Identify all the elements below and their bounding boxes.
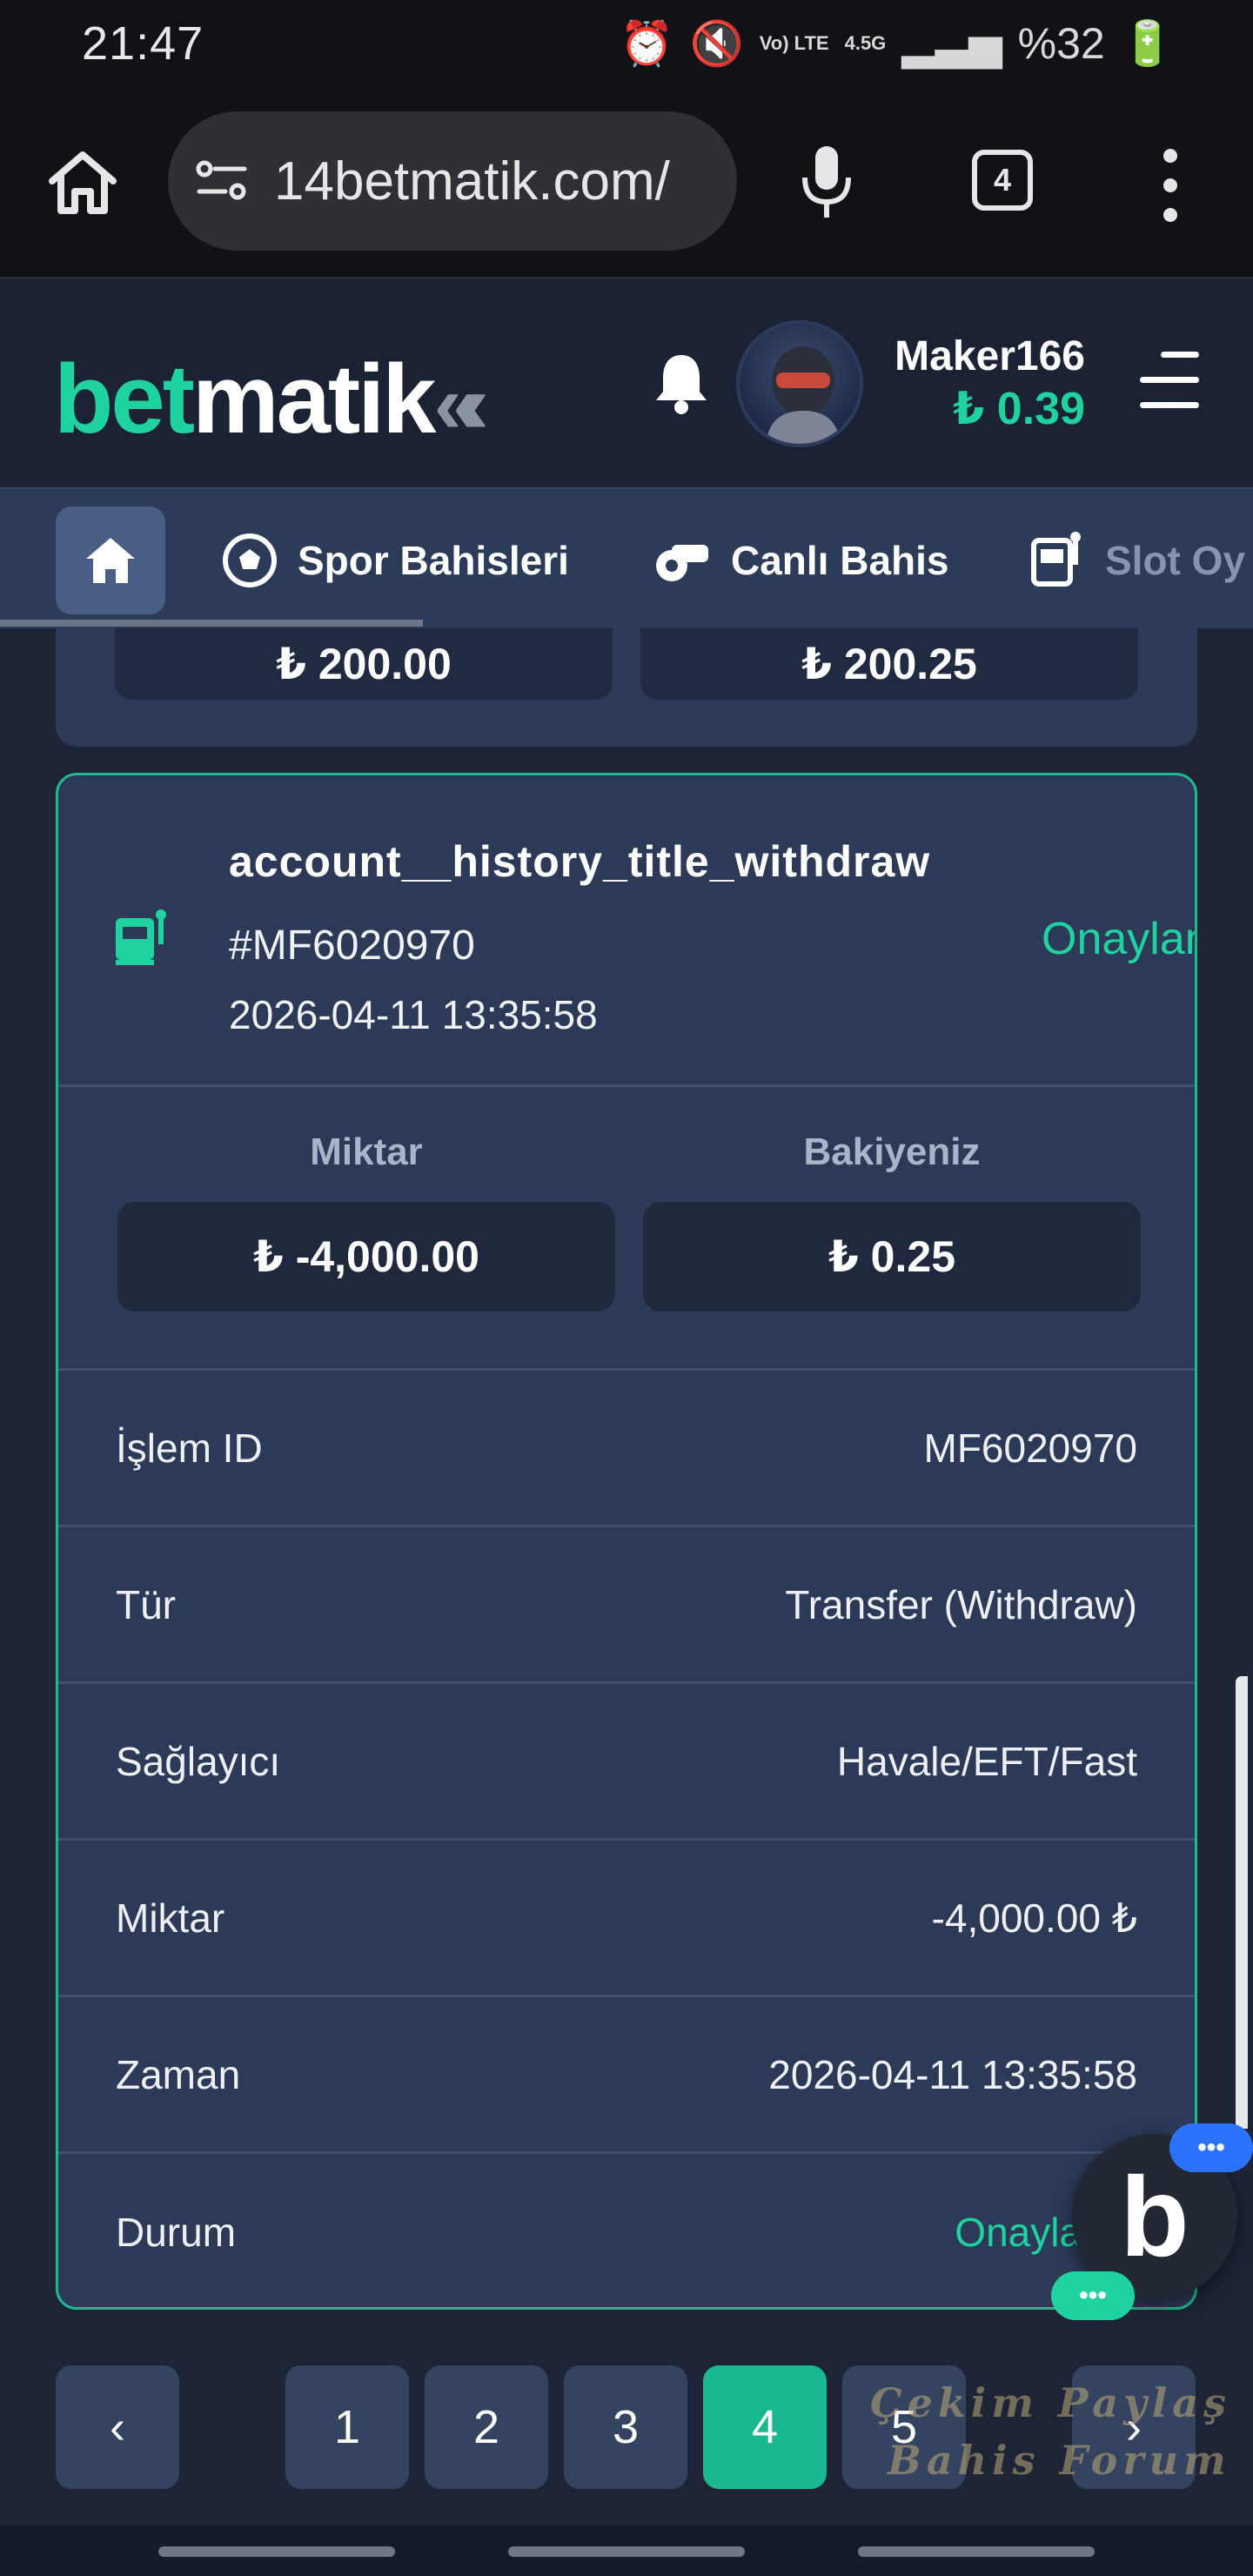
chat-notification-bubble[interactable]: ••• <box>1169 2123 1253 2172</box>
detail-row-type: Tür Transfer (Withdraw) <box>58 1527 1195 1684</box>
chat-typing-bubble[interactable]: ••• <box>1051 2271 1135 2320</box>
previous-amount: ₺ 200.00 <box>115 628 613 700</box>
nav-item-live-betting[interactable]: Canlı Bahis <box>651 522 949 599</box>
status-icons: ⏰ 🔇 Vo) LTE 4.5G ▂▃▅ %32 🔋 <box>620 18 1175 70</box>
astronaut-avatar-icon <box>766 346 841 444</box>
status-time: 21:47 <box>82 17 204 70</box>
user-balance: ₺ 0.39 <box>953 384 1085 434</box>
username: Maker166 <box>895 333 1085 379</box>
slot-machine-icon <box>116 909 166 965</box>
user-avatar[interactable] <box>736 320 863 447</box>
previous-balance: ₺ 200.25 <box>640 628 1138 700</box>
nav-item-label: Spor Bahisleri <box>298 538 569 583</box>
previous-transaction-card: ₺ 200.00 ₺ 200.25 <box>56 628 1197 747</box>
back-handle[interactable] <box>858 2546 1095 2557</box>
detail-row-provider: Sağlayıcı Havale/EFT/Fast <box>58 1684 1195 1841</box>
forum-watermark: Çekim Paylaş Bahis Forum <box>870 2379 1231 2484</box>
voice-search-button[interactable] <box>796 139 857 226</box>
browser-home-button[interactable] <box>45 148 120 218</box>
network-speed-indicator: 4.5G <box>844 32 887 54</box>
home-icon <box>86 538 135 583</box>
nav-item-slots[interactable]: Slot Oy <box>1029 522 1245 599</box>
transaction-header[interactable]: account__history_title_withdraw #MF60209… <box>58 775 1195 1087</box>
browser-menu-button[interactable] <box>1157 144 1183 231</box>
mute-icon: 🔇 <box>689 18 744 68</box>
betmatik-logo[interactable]: betmatik«‹ <box>54 343 490 455</box>
nav-item-label: Canlı Bahis <box>731 538 949 583</box>
detail-value: Transfer (Withdraw) <box>785 1581 1137 1627</box>
recent-apps-handle[interactable] <box>158 2546 395 2557</box>
detail-key: Zaman <box>116 2051 241 2097</box>
bell-icon <box>656 355 707 414</box>
transaction-title: account__history_title_withdraw <box>229 837 931 886</box>
amount-label: Miktar <box>310 1130 423 1173</box>
detail-value: 2026-04-11 13:35:58 <box>768 2051 1137 2097</box>
detail-row-amount: Miktar -4,000.00 ₺ <box>58 1841 1195 1997</box>
detail-value: MF6020970 <box>923 1425 1138 1471</box>
page-scrollbar[interactable] <box>1236 1676 1248 2129</box>
url-bar[interactable]: 14betmatik.com/ <box>168 111 737 251</box>
transaction-ref: #MF6020970 <box>229 922 475 969</box>
page-button-1[interactable]: 1 <box>285 2365 409 2489</box>
detail-key: Durum <box>116 2210 237 2255</box>
nav-item-sports[interactable]: Spor Bahisleri <box>221 522 569 599</box>
page-button-3[interactable]: 3 <box>564 2365 687 2489</box>
detail-row-time: Zaman 2026-04-11 13:35:58 <box>58 1997 1195 2154</box>
url-text: 14betmatik.com/ <box>274 151 670 211</box>
site-settings-icon[interactable] <box>194 157 250 205</box>
volte-indicator: Vo) LTE <box>759 32 829 54</box>
detail-value: -4,000.00 ₺ <box>931 1895 1137 1941</box>
detail-row-status: Durum Onaylandı <box>58 2154 1195 2307</box>
page-button-4-active[interactable]: 4 <box>703 2365 827 2489</box>
slot-machine-icon <box>1031 532 1081 587</box>
battery-percent: %32 <box>1017 19 1105 68</box>
notifications-button[interactable] <box>651 350 712 416</box>
status-badge: Onaylandı <box>1042 914 1195 964</box>
detail-value: Havale/EFT/Fast <box>836 1738 1137 1784</box>
nav-scroll-indicator <box>0 620 423 627</box>
signal-icon: ▂▃▅ <box>901 19 1002 68</box>
tab-switcher-button[interactable]: 4 <box>972 150 1033 211</box>
amount-value: ₺ -4,000.00 <box>117 1202 615 1311</box>
browser-toolbar: 14betmatik.com/ 4 <box>0 87 1253 278</box>
detail-key: Miktar <box>116 1895 225 1941</box>
balance-value: ₺ 0.25 <box>643 1202 1141 1311</box>
status-bar: 21:47 ⏰ 🔇 Vo) LTE 4.5G ▂▃▅ %32 🔋 <box>0 0 1253 87</box>
logo-chevrons-icon: «‹ <box>433 358 490 451</box>
whistle-icon <box>656 545 708 581</box>
nav-item-label: Slot Oy <box>1105 538 1246 583</box>
microphone-icon <box>802 146 851 218</box>
nav-home-button[interactable] <box>56 506 165 614</box>
detail-key: Tür <box>116 1581 176 1627</box>
soccer-ball-icon <box>223 533 277 587</box>
alarm-icon: ⏰ <box>620 18 674 68</box>
detail-row-transaction-id: İşlem ID MF6020970 <box>58 1371 1195 1527</box>
site-header: betmatik«‹ Maker166 ₺ 0.39 <box>0 280 1253 487</box>
detail-key: İşlem ID <box>116 1425 263 1471</box>
page-button-2[interactable]: 2 <box>425 2365 548 2489</box>
transaction-card: account__history_title_withdraw #MF60209… <box>56 773 1197 2310</box>
balance-label: Bakiyeniz <box>803 1130 981 1173</box>
amount-summary: Miktar Bakiyeniz ₺ -4,000.00 ₺ 0.25 <box>58 1087 1195 1371</box>
category-nav: Spor Bahisleri Canlı Bahis Slot Oy <box>0 487 1253 628</box>
detail-key: Sağlayıcı <box>116 1738 281 1784</box>
home-icon <box>49 151 117 214</box>
android-gesture-bar <box>0 2526 1253 2576</box>
battery-charging-icon: 🔋 <box>1120 18 1175 68</box>
transaction-date: 2026-04-11 13:35:58 <box>229 992 598 1037</box>
home-handle[interactable] <box>508 2546 745 2557</box>
prev-page-button[interactable]: ‹ <box>56 2365 179 2489</box>
main-menu-button[interactable] <box>1140 352 1199 413</box>
